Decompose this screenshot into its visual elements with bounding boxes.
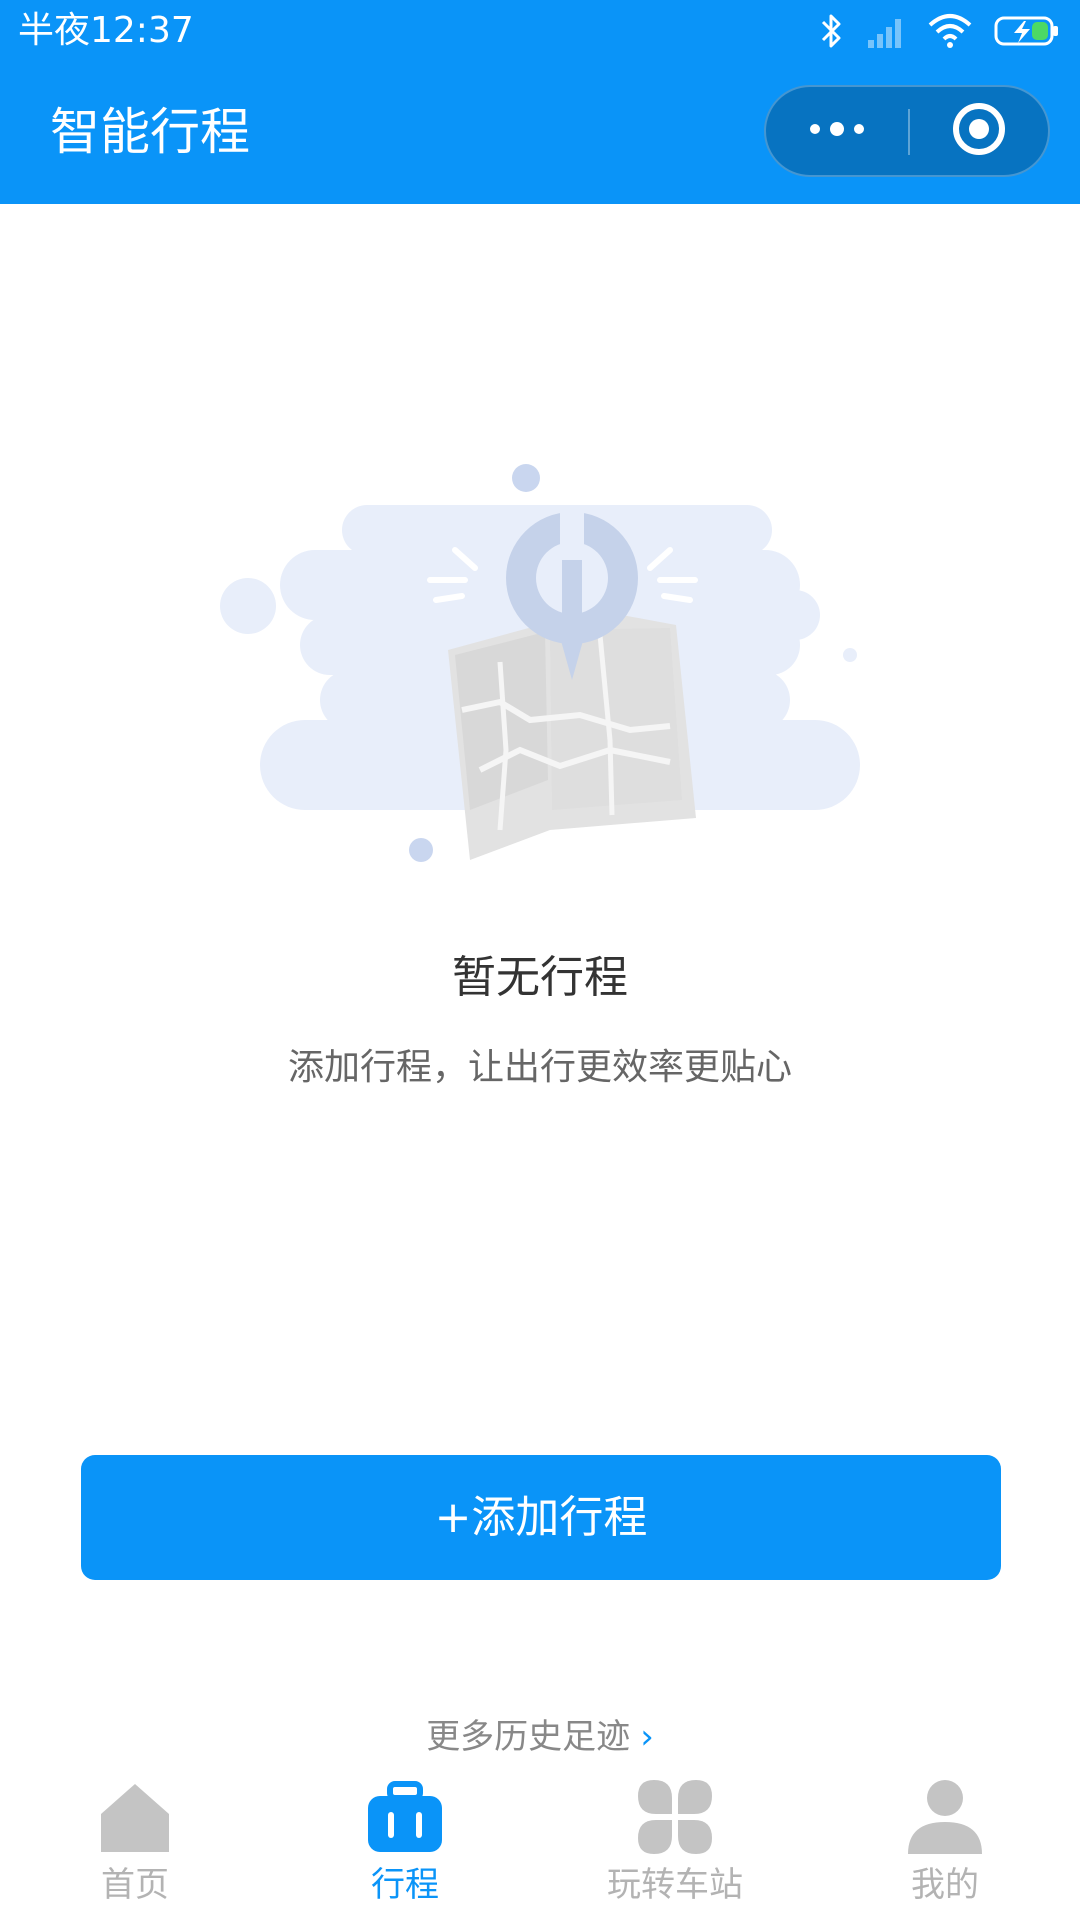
more-button[interactable] [766, 87, 908, 175]
home-icon [94, 1776, 176, 1858]
bluetooth-icon [820, 12, 844, 50]
empty-illustration [200, 450, 880, 870]
tab-mine[interactable]: 我的 [810, 1760, 1080, 1920]
tab-trips[interactable]: 行程 [270, 1760, 540, 1920]
wifi-icon [928, 13, 972, 49]
screen: 半夜12:37 智能行程 暂无行程 添加行程，让出行更效率更贴心 +添加行程 更… [0, 0, 1080, 1920]
add-trip-button[interactable]: +添加行程 [81, 1455, 1001, 1580]
status-icons [820, 10, 1060, 52]
tab-home[interactable]: 首页 [0, 1760, 270, 1920]
status-bar: 半夜12:37 [0, 0, 1080, 62]
more-dots-icon [807, 119, 867, 143]
page-title: 智能行程 [50, 103, 250, 161]
four-leaf-grid-icon [634, 1776, 716, 1858]
history-link[interactable]: 更多历史足迹 › [0, 1712, 1080, 1762]
header: 半夜12:37 智能行程 [0, 0, 1080, 204]
status-time: 半夜12:37 [18, 10, 194, 51]
chevron-right-icon: › [640, 1717, 654, 1757]
empty-title: 暂无行程 [452, 952, 628, 1003]
tab-label: 玩转车站 [607, 1865, 743, 1905]
suitcase-icon [364, 1776, 446, 1858]
tab-bar: 首页 行程 玩转车站 我的 [0, 1760, 1080, 1920]
tab-label: 首页 [101, 1865, 169, 1905]
tab-label: 行程 [371, 1865, 439, 1905]
signal-icon [866, 14, 906, 48]
tab-label: 我的 [911, 1865, 979, 1905]
target-close-icon [951, 101, 1007, 161]
battery-icon [994, 15, 1060, 47]
person-icon [904, 1776, 986, 1858]
mini-program-capsule [764, 85, 1050, 177]
empty-subtitle: 添加行程，让出行更效率更贴心 [287, 1047, 792, 1088]
history-link-label: 更多历史足迹 [426, 1717, 631, 1757]
close-mini-program-button[interactable] [910, 87, 1048, 175]
tab-station[interactable]: 玩转车站 [540, 1760, 810, 1920]
